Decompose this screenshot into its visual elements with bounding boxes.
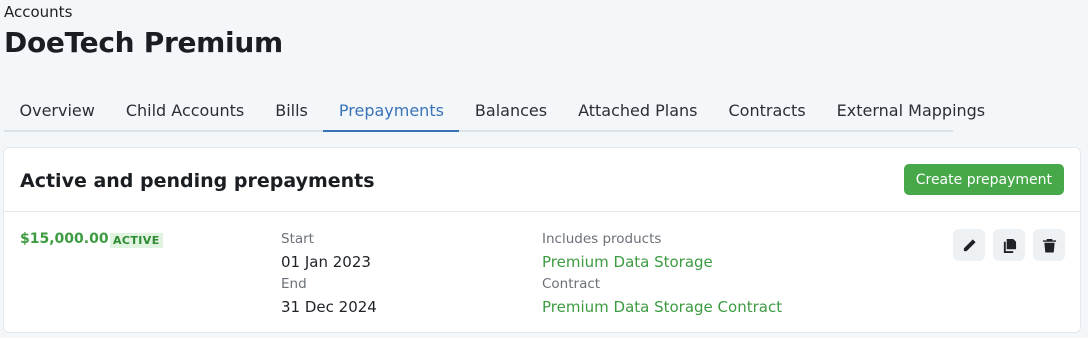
create-prepayment-button[interactable]: Create prepayment [903,164,1064,195]
tab-contracts[interactable]: Contracts [713,92,821,132]
edit-button[interactable] [953,229,985,261]
prepayment-amount: $15,000.00 [20,231,109,247]
tab-bills[interactable]: Bills [260,92,324,132]
tab-external-mappings[interactable]: External Mappings [821,92,1000,132]
page-title: DoeTech Premium [4,26,283,59]
prepayment-row: $15,000.00 ACTIVE Start 01 Jan 2023 End … [4,212,1080,332]
status-badge: ACTIVE [110,233,163,248]
tab-attached-plans[interactable]: Attached Plans [563,92,713,132]
tab-child-accounts[interactable]: Child Accounts [110,92,259,132]
prepayments-card: Active and pending prepayments Create pr… [3,147,1081,333]
delete-button[interactable] [1033,229,1065,261]
breadcrumb[interactable]: Accounts [4,3,72,21]
product-link[interactable]: Premium Data Storage [542,253,713,271]
end-label: End [281,276,307,292]
start-label: Start [281,231,314,247]
tab-prepayments[interactable]: Prepayments [323,92,460,132]
card-header: Active and pending prepayments Create pr… [4,148,1080,212]
end-date: 31 Dec 2024 [281,298,377,316]
contract-link[interactable]: Premium Data Storage Contract [542,298,782,316]
start-date: 01 Jan 2023 [281,253,371,271]
trash-icon [1042,238,1056,253]
copy-icon [1003,238,1016,253]
pencil-icon [963,238,976,251]
copy-button[interactable] [993,229,1025,261]
tab-balances[interactable]: Balances [459,92,562,132]
products-label: Includes products [542,231,662,247]
contract-label: Contract [542,276,601,292]
card-title: Active and pending prepayments [20,170,375,192]
tab-overview[interactable]: Overview [4,92,110,132]
tab-bar: Overview Child Accounts Bills Prepayment… [4,92,985,132]
